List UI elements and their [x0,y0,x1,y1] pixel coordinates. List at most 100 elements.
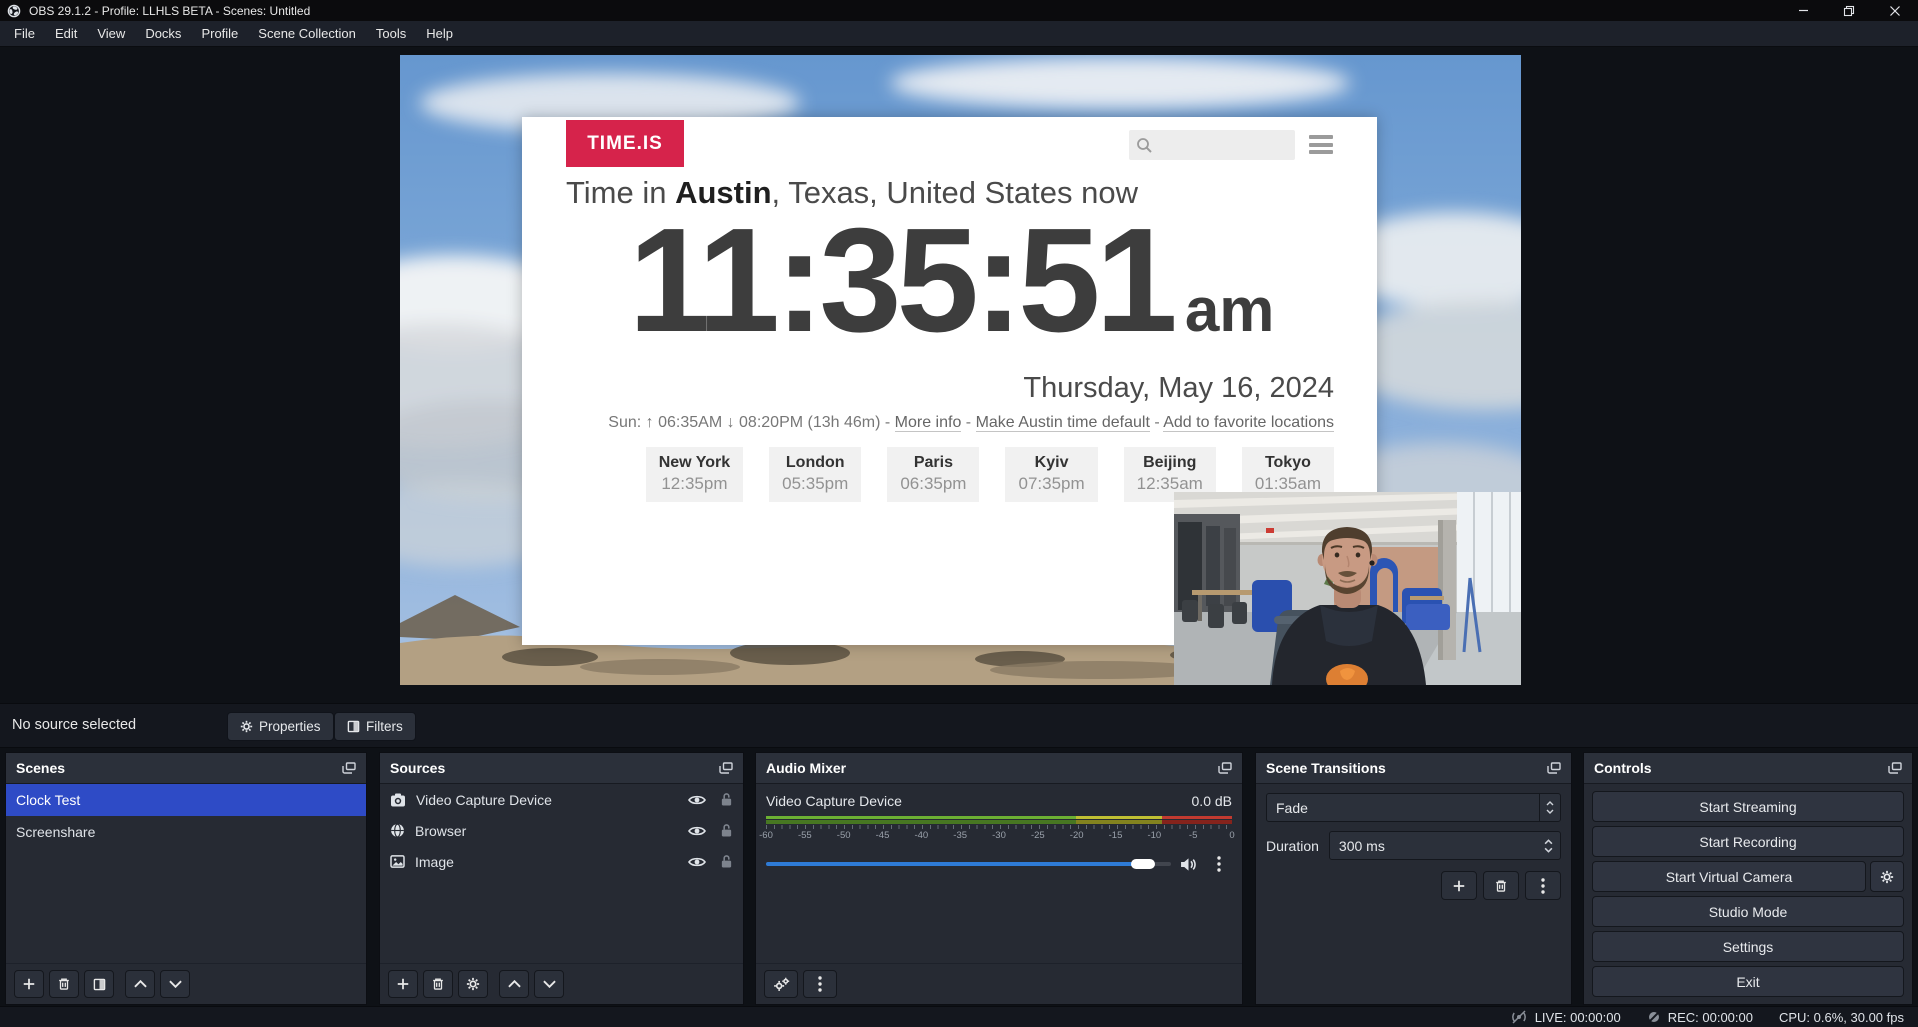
make-default-link: Make Austin time default [976,414,1150,432]
menu-item-scene-collection[interactable]: Scene Collection [248,21,366,47]
city-card: Paris06:35pm [887,447,979,502]
audio-mixer-panel: Audio Mixer Video Capture Device 0.0 dB … [755,752,1243,1005]
obs-logo-icon [7,4,21,18]
menu-item-docks[interactable]: Docks [135,21,191,47]
menu-item-edit[interactable]: Edit [45,21,87,47]
move-scene-up-button[interactable] [125,970,155,998]
start-virtual-camera-button[interactable]: Start Virtual Camera [1592,861,1866,892]
popout-icon[interactable] [1218,762,1232,774]
source-properties-button[interactable] [458,970,488,998]
scene-filters-button[interactable] [84,970,114,998]
remove-scene-button[interactable] [49,970,79,998]
more-info-link: More info [895,414,962,432]
controls-header[interactable]: Controls [1584,753,1912,784]
menu-item-help[interactable]: Help [416,21,463,47]
record-inactive-icon [1647,1010,1661,1024]
scenes-panel: Scenes Clock Test Screenshare [5,752,367,1005]
volume-slider[interactable] [766,862,1171,866]
transitions-header[interactable]: Scene Transitions [1256,753,1571,784]
scenes-panel-header[interactable]: Scenes [6,753,366,784]
start-recording-button[interactable]: Start Recording [1592,826,1904,857]
popout-icon[interactable] [719,762,733,774]
filter-icon [347,720,360,733]
add-favorite-link: Add to favorite locations [1163,414,1334,432]
duration-input[interactable]: 300 ms [1329,831,1561,860]
eye-visible-icon[interactable] [688,825,706,837]
preview-canvas[interactable]: TIME.IS Time in Austin, Texas, United St… [400,55,1521,685]
studio-mode-button[interactable]: Studio Mode [1592,896,1904,927]
transition-select-spinner[interactable] [1539,794,1560,821]
advanced-audio-button[interactable] [764,970,798,998]
lock-unlocked-icon[interactable] [720,792,733,807]
mixer-level-db: 0.0 dB [1192,793,1232,809]
remove-source-button[interactable] [423,970,453,998]
stream-inactive-icon [1510,1010,1528,1024]
lock-unlocked-icon[interactable] [720,854,733,869]
mixer-device-name: Video Capture Device [766,793,902,809]
popout-icon[interactable] [1888,762,1902,774]
popout-icon[interactable] [1547,762,1561,774]
menu-item-view[interactable]: View [87,21,135,47]
eye-visible-icon[interactable] [688,794,706,806]
source-status-text: No source selected [12,717,136,733]
exit-button[interactable]: Exit [1592,966,1904,997]
image-icon [390,855,405,868]
clock-ampm: am [1185,251,1275,371]
filters-button[interactable]: Filters [334,712,416,741]
add-source-button[interactable] [388,970,418,998]
minimize-button[interactable] [1780,0,1826,21]
mixer-menu-button[interactable] [803,970,837,998]
menu-item-file[interactable]: File [4,21,45,47]
city-card: Kyiv07:35pm [1005,447,1097,502]
source-item-video-capture[interactable]: Video Capture Device [380,784,743,815]
volume-slider-handle[interactable] [1131,859,1155,869]
menu-item-tools[interactable]: Tools [366,21,416,47]
audio-mixer-header[interactable]: Audio Mixer [756,753,1242,784]
volume-meter: -60-55-50-45-40-35-30-25-20-15-10-50 [766,816,1232,843]
preview-region: TIME.IS Time in Austin, Texas, United St… [0,47,1918,703]
duration-spinner[interactable] [1540,839,1560,853]
add-scene-button[interactable] [14,970,44,998]
scene-transitions-panel: Scene Transitions Fade Duration 300 ms [1255,752,1572,1005]
search-input [1129,130,1295,160]
properties-button[interactable]: Properties [227,712,334,741]
date-display: Thursday, May 16, 2024 [1023,372,1334,405]
lock-unlocked-icon[interactable] [720,823,733,838]
move-source-up-button[interactable] [499,970,529,998]
timeis-logo: TIME.IS [566,120,684,167]
transition-select[interactable]: Fade [1266,793,1561,822]
sources-panel-header[interactable]: Sources [380,753,743,784]
virtual-camera-settings-button[interactable] [1870,861,1904,892]
scene-item-clock-test[interactable]: Clock Test [6,784,366,816]
eye-visible-icon[interactable] [688,856,706,868]
kebab-menu-icon [1541,878,1545,894]
camera-icon [390,793,406,807]
globe-icon [390,823,405,838]
restore-button[interactable] [1826,0,1872,21]
start-streaming-button[interactable]: Start Streaming [1592,791,1904,822]
source-item-browser[interactable]: Browser [380,815,743,846]
move-scene-down-button[interactable] [160,970,190,998]
source-item-image[interactable]: Image [380,846,743,877]
controls-panel: Controls Start Streaming Start Recording… [1583,752,1913,1005]
menu-item-profile[interactable]: Profile [191,21,248,47]
transition-menu-button[interactable] [1525,871,1561,900]
kebab-menu-icon [818,976,822,992]
webcam-source[interactable] [1174,492,1521,685]
move-source-down-button[interactable] [534,970,564,998]
gear-icon [1880,870,1894,884]
add-transition-button[interactable] [1441,871,1477,900]
mixer-item-menu-button[interactable] [1206,851,1232,877]
scene-item-screenshare[interactable]: Screenshare [6,816,366,848]
settings-button[interactable]: Settings [1592,931,1904,962]
remove-transition-button[interactable] [1483,871,1519,900]
cpu-status: CPU: 0.6%, 30.00 fps [1779,1010,1904,1025]
clock-time: 11:35:51 [629,221,1173,341]
speaker-icon[interactable] [1180,857,1197,872]
gear-icon [466,977,480,991]
duration-label: Duration [1266,838,1319,854]
selected-source-toolbar: No source selected Properties Filters [0,703,1918,748]
close-button[interactable] [1872,0,1918,21]
city-card: London05:35pm [769,447,861,502]
popout-icon[interactable] [342,762,356,774]
